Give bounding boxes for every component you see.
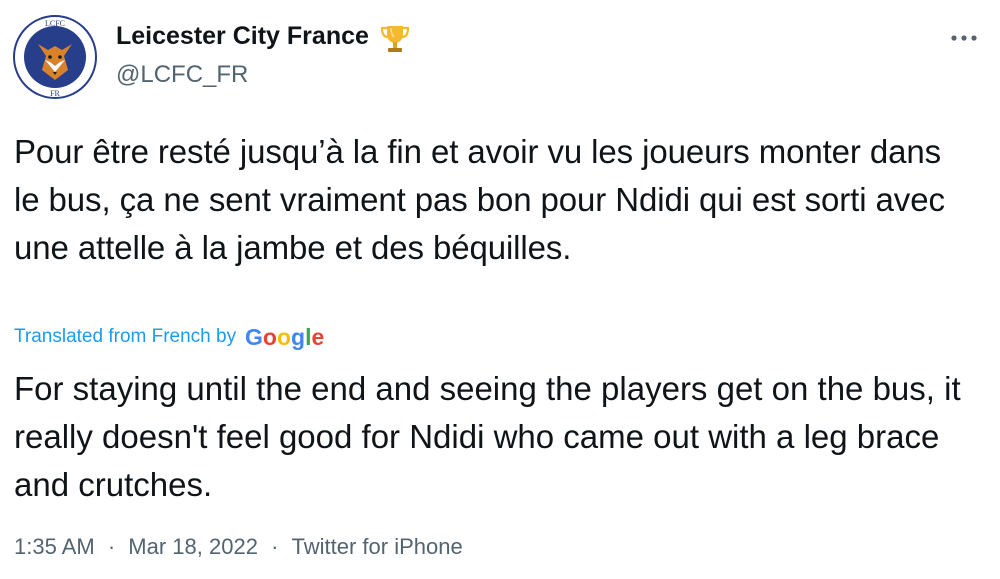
meta-separator: · [271, 534, 279, 560]
more-horizontal-icon [951, 35, 977, 41]
more-button[interactable] [940, 18, 988, 58]
meta-separator: · [107, 534, 116, 560]
tweet-source[interactable]: Twitter for iPhone [292, 534, 463, 559]
lcfc-france-fox-crest-icon: LCFC FR [12, 14, 98, 100]
trophy-icon [380, 26, 410, 52]
tweet-time[interactable]: 1:35 AM [14, 534, 95, 559]
author-handle[interactable]: @LCFC_FR [116, 61, 248, 89]
translated-from-label[interactable]: Translated from French by [14, 326, 236, 347]
google-logo-icon: Google [245, 324, 324, 350]
tweet-text: Pour être resté jusqu’à la fin et avoir … [14, 133, 945, 266]
tweet-meta: 1:35 AM · Mar 18, 2022 · Twitter for iPh… [14, 533, 463, 560]
google-logo-text: Google [245, 324, 324, 350]
translated-by-row[interactable]: Translated from French by Google [14, 322, 327, 356]
author-display-name[interactable]: Leicester City France [116, 22, 369, 51]
avatar-text-top: LCFC [45, 19, 65, 28]
tweet-date[interactable]: Mar 18, 2022 [128, 534, 258, 559]
translated-tweet-text: For staying until the end and seeing the… [14, 370, 961, 503]
author-avatar[interactable]: LCFC FR [12, 14, 98, 100]
avatar-text-bottom: FR [50, 89, 60, 98]
tweet-card: LCFC FR Leicester City France @LCFC_FR P… [0, 0, 1000, 579]
